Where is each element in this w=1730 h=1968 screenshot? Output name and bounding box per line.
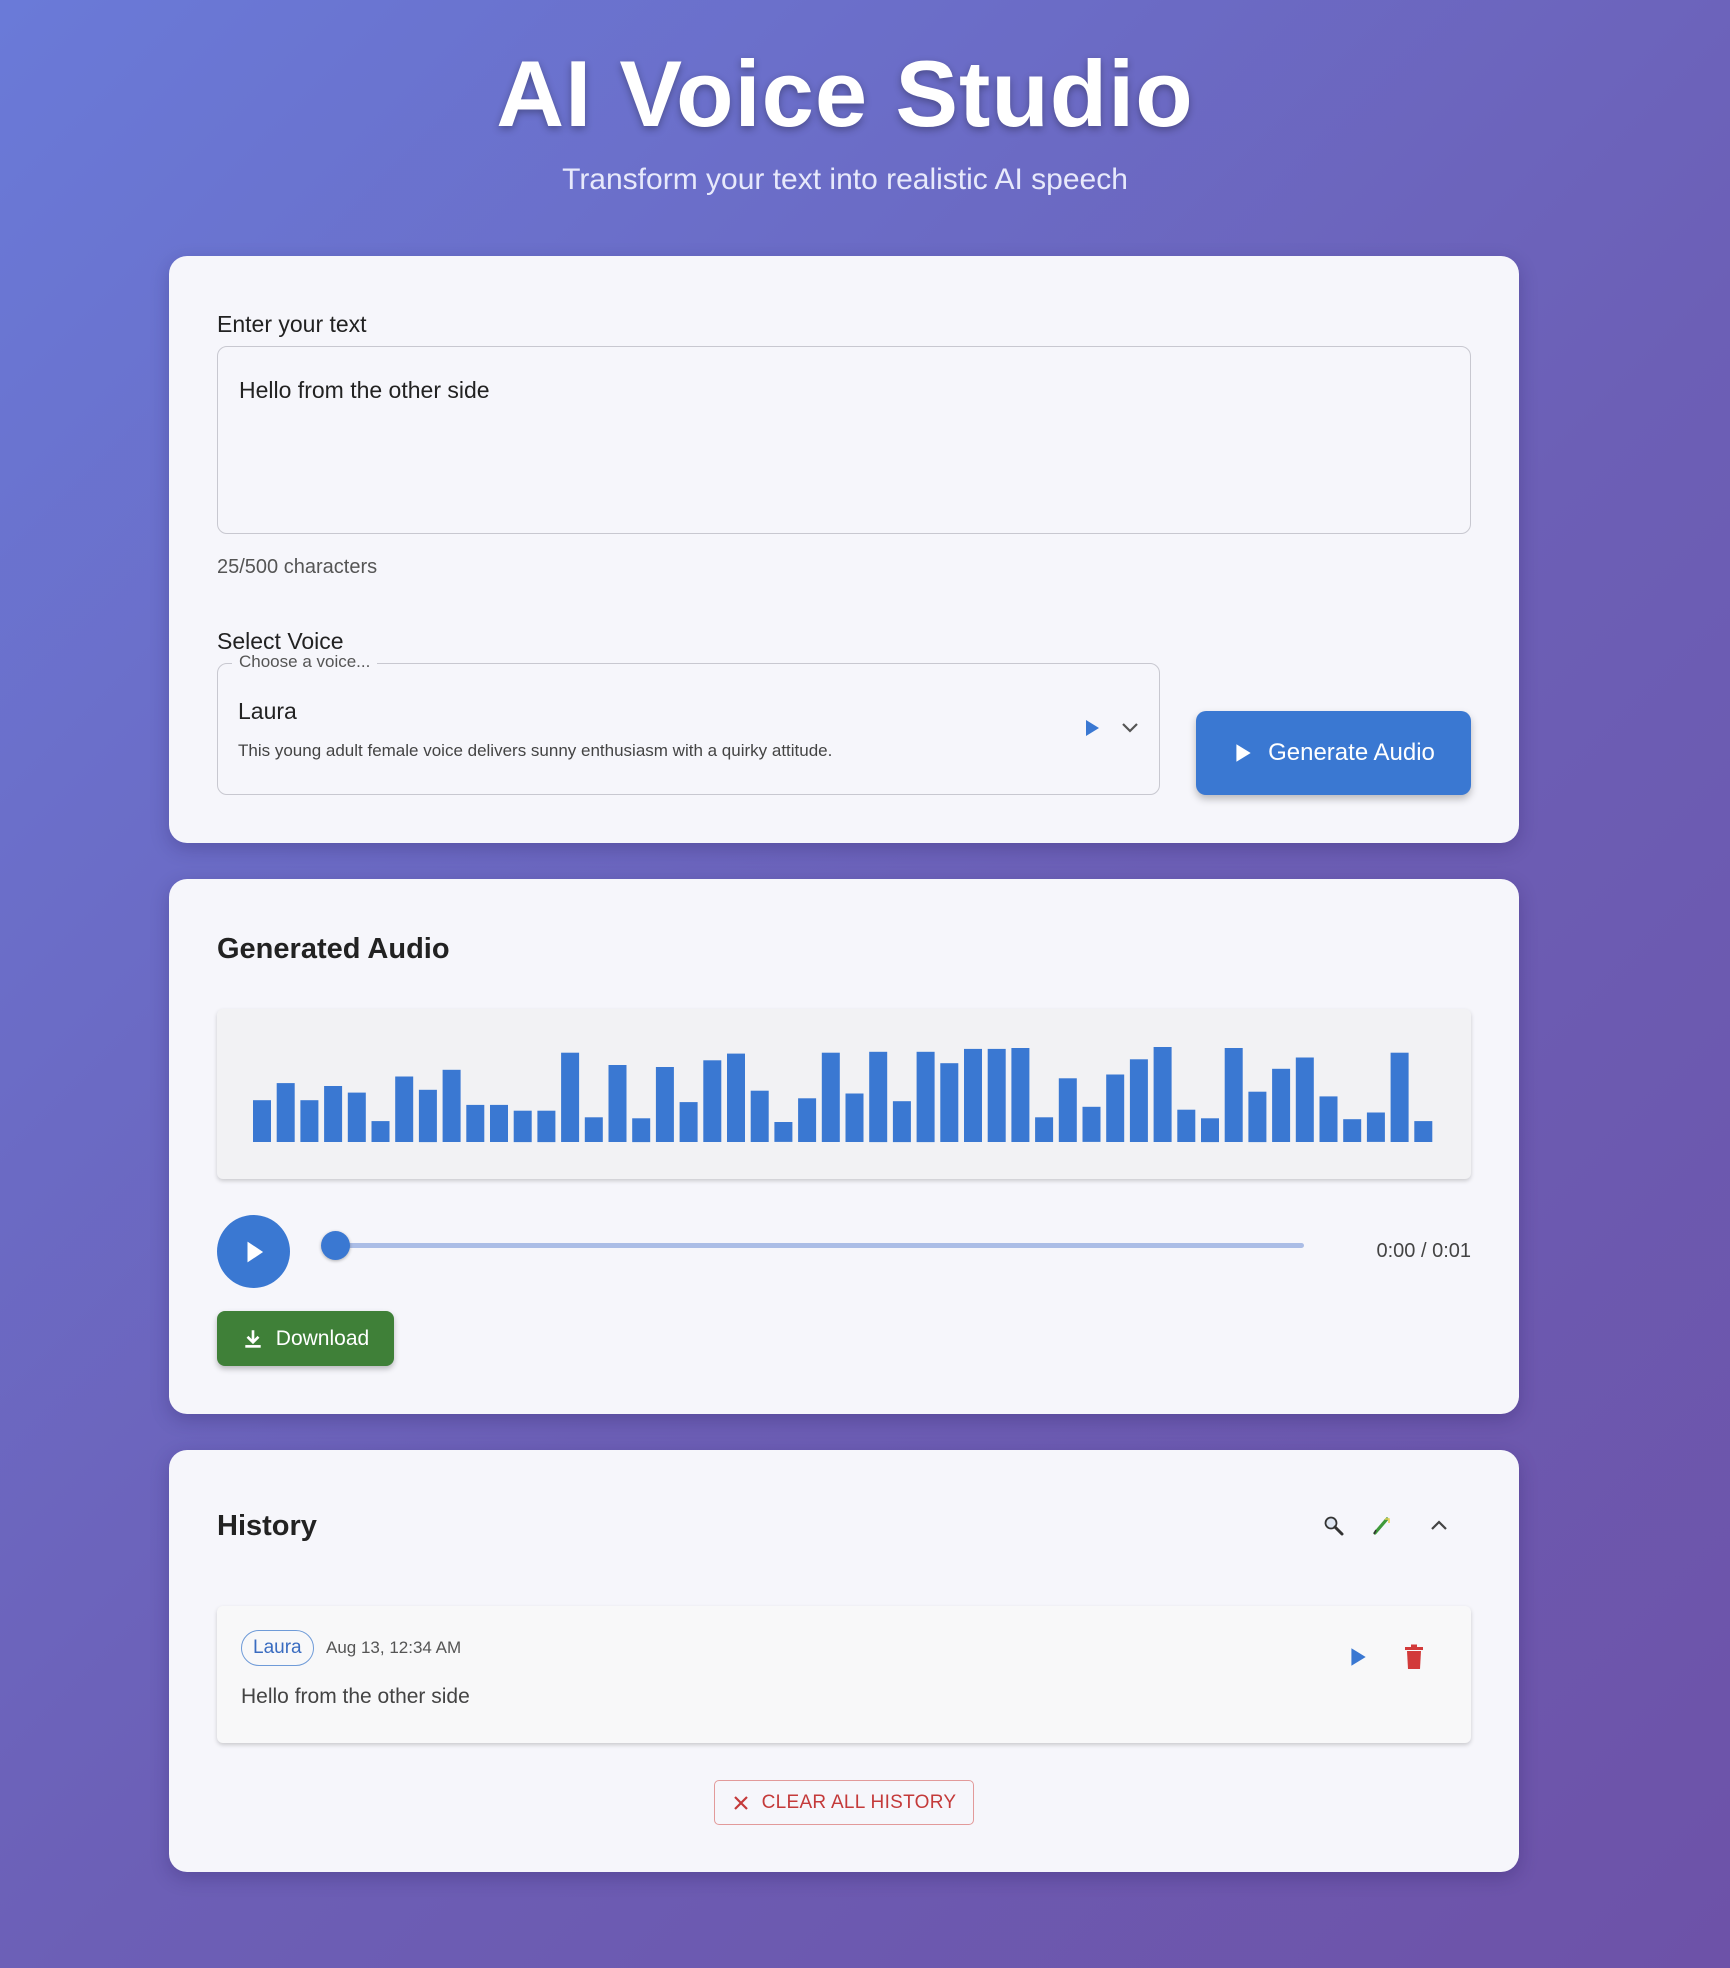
text-input[interactable]: Hello from the other side [217,346,1471,534]
audio-time: 0:00 / 0:01 [1376,1240,1471,1262]
audio-card: Generated Audio 0:00 / 0:01 Download [169,879,1519,1414]
waveform-bar [300,1100,319,1142]
waveform-bar [774,1122,793,1142]
waveform-bar [1177,1109,1196,1142]
waveform-bar [1366,1112,1385,1142]
waveform-bar [1035,1117,1054,1142]
waveform-bar [608,1065,627,1142]
waveform-bar [537,1110,556,1143]
waveform-bar [513,1110,532,1143]
waveform-bar [845,1093,864,1142]
voice-preview-play-icon[interactable] [1082,718,1102,738]
audio-progress-track[interactable] [336,1243,1304,1248]
download-button[interactable]: Download [217,1311,394,1366]
waveform-bar [892,1101,911,1143]
input-card: Enter your text Hello from the other sid… [169,256,1519,843]
audio-waveform [217,1009,1471,1179]
clear-history-button[interactable]: CLEAR ALL HISTORY [714,1780,974,1825]
waveform-bar [1248,1091,1267,1143]
clear-history-label: CLEAR ALL HISTORY [761,1791,957,1813]
waveform-bar [253,1100,271,1142]
waveform-bar [561,1052,580,1142]
waveform-bar [418,1089,437,1143]
waveform-bar [940,1063,959,1142]
waveform-bar [964,1048,982,1142]
history-voice-chip: Laura [241,1630,314,1666]
waveform-bar [1129,1059,1148,1142]
generate-audio-label: Generate Audio [1268,739,1435,766]
waveform-bar [1058,1078,1077,1142]
waveform-bar [371,1121,390,1142]
waveform-bar [869,1051,888,1143]
waveform-bar [1082,1106,1101,1142]
waveform-bar [750,1090,769,1142]
edit-pencil-icon[interactable] [1368,1512,1396,1540]
waveform-bars [253,1047,1433,1143]
waveform-bar [1343,1119,1362,1142]
audio-section-title: Generated Audio [217,933,450,965]
waveform-bar [442,1069,461,1142]
waveform-bar [395,1076,414,1142]
waveform-bar [727,1053,745,1142]
voice-description: This young adult female voice delivers s… [238,741,833,760]
history-play-icon[interactable] [1347,1646,1369,1668]
waveform-bar [632,1118,651,1143]
audio-play-button[interactable] [217,1215,290,1288]
search-icon[interactable] [1320,1512,1348,1540]
waveform-bar [987,1048,1006,1142]
waveform-bar [1414,1121,1433,1142]
waveform-bar [821,1052,840,1142]
text-input-label: Enter your text [217,311,367,337]
play-icon [1236,744,1251,762]
waveform-bar [1224,1048,1243,1142]
waveform-bar [1390,1052,1409,1142]
waveform-bar [703,1060,722,1142]
text-input-value: Hello from the other side [239,377,490,403]
waveform-bar [1011,1048,1030,1142]
waveform-bar [324,1086,343,1142]
waveform-bar [1106,1074,1125,1142]
page-title: AI Voice Studio [496,41,1194,146]
waveform-bar [276,1083,295,1142]
waveform-bar [490,1104,508,1142]
history-card: History Laura Aug 13, 12:34 AM Hello fro… [169,1450,1519,1872]
waveform-bar [1295,1057,1314,1142]
waveform-bar [679,1102,698,1142]
trash-icon[interactable] [1402,1644,1426,1670]
waveform-bar [916,1051,935,1143]
history-timestamp: Aug 13, 12:34 AM [326,1638,462,1657]
download-label: Download [275,1326,370,1350]
close-icon [733,1795,748,1810]
history-text: Hello from the other side [241,1685,470,1708]
chevron-down-icon[interactable] [1120,718,1140,738]
play-icon [247,1241,263,1262]
waveform-bar [1272,1068,1291,1142]
waveform-bar [347,1092,366,1142]
history-item: Laura Aug 13, 12:34 AM Hello from the ot… [217,1606,1471,1743]
voice-select[interactable]: Choose a voice... Laura This young adult… [217,652,1160,795]
waveform-bar [655,1067,674,1142]
voice-select-label: Select Voice [217,628,344,654]
voice-select-legend: Choose a voice... [232,652,378,672]
audio-progress-thumb[interactable] [321,1231,350,1260]
voice-selected-name: Laura [238,698,297,724]
page-subtitle: Transform your text into realistic AI sp… [562,163,1128,196]
waveform-bar [1201,1118,1219,1143]
chevron-up-icon[interactable] [1425,1512,1453,1540]
history-title: History [217,1510,317,1542]
download-icon [245,1329,261,1348]
waveform-bar [466,1104,485,1142]
waveform-bar [798,1098,817,1142]
generate-audio-button[interactable]: Generate Audio [1196,711,1471,795]
char-count: 25/500 characters [217,556,378,578]
waveform-bar [584,1117,603,1142]
waveform-bar [1319,1096,1338,1142]
waveform-bar [1153,1047,1172,1142]
